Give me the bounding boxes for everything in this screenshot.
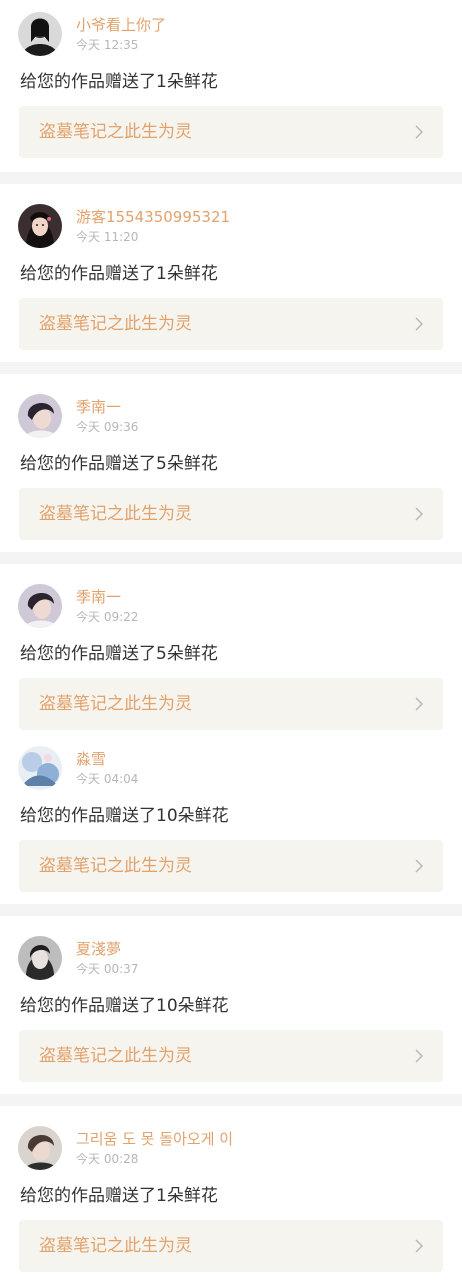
timestamp: 今天 00:28 [76, 1152, 139, 1166]
notification-item: 小爷看上你了 今天 12:35 给您的作品赠送了1朵鲜花 盗墓笔记之此生为灵 [0, 0, 462, 172]
user-avatar[interactable] [18, 584, 62, 628]
username[interactable]: 季南一 [76, 398, 121, 416]
chevron-right-icon [415, 697, 423, 711]
chevron-right-icon [415, 1239, 423, 1253]
user-avatar[interactable] [18, 394, 62, 438]
user-avatar-boy-icon [18, 394, 62, 438]
user-avatar[interactable] [18, 1126, 62, 1170]
username[interactable]: 淼雪 [76, 750, 106, 768]
username[interactable]: 游客1554350995321 [76, 208, 230, 226]
notification-item: 夏淺夢 今天 00:37 给您的作品赠送了10朵鲜花 盗墓笔记之此生为灵 [0, 916, 462, 1094]
work-title: 盗墓笔记之此生为灵 [39, 314, 192, 334]
work-link-card[interactable]: 盗墓笔记之此生为灵 [19, 106, 443, 158]
user-avatar[interactable] [18, 12, 62, 56]
username[interactable]: 그리움 도 못 돌아오게 이 [76, 1130, 233, 1148]
timestamp: 今天 00:37 [76, 962, 139, 976]
work-title: 盗墓笔记之此生为灵 [39, 504, 192, 524]
user-avatar-illustration-icon [18, 746, 62, 790]
work-title: 盗墓笔记之此生为灵 [39, 694, 192, 714]
chevron-right-icon [415, 1049, 423, 1063]
user-avatar-boy-icon [18, 1126, 62, 1170]
chevron-right-icon [415, 317, 423, 331]
user-avatar[interactable] [18, 204, 62, 248]
work-title: 盗墓笔记之此生为灵 [39, 856, 192, 876]
notification-item: 그리움 도 못 돌아오게 이 今天 00:28 给您的作品赠送了1朵鲜花 盗墓笔… [0, 1106, 462, 1280]
notification-item: 季南一 今天 09:36 给您的作品赠送了5朵鲜花 盗墓笔记之此生为灵 [0, 374, 462, 552]
gift-message: 给您的作品赠送了1朵鲜花 [20, 72, 218, 92]
chevron-right-icon [415, 125, 423, 139]
gift-message: 给您的作品赠送了10朵鲜花 [20, 806, 229, 826]
user-avatar[interactable] [18, 746, 62, 790]
work-link-card[interactable]: 盗墓笔记之此生为灵 [19, 678, 443, 730]
user-avatar[interactable] [18, 936, 62, 980]
timestamp: 今天 12:35 [76, 38, 139, 52]
notification-item: 淼雪 今天 04:04 给您的作品赠送了10朵鲜花 盗墓笔记之此生为灵 [0, 734, 462, 904]
work-link-card[interactable]: 盗墓笔记之此生为灵 [19, 1220, 443, 1272]
work-title: 盗墓笔记之此生为灵 [39, 1046, 192, 1066]
gift-message: 给您的作品赠送了1朵鲜花 [20, 264, 218, 284]
timestamp: 今天 11:20 [76, 230, 139, 244]
separator [0, 172, 462, 184]
chevron-right-icon [415, 507, 423, 521]
notification-item: 季南一 今天 09:22 给您的作品赠送了5朵鲜花 盗墓笔记之此生为灵 [0, 564, 462, 734]
separator [0, 552, 462, 564]
chevron-right-icon [415, 859, 423, 873]
user-avatar-girl-icon [18, 936, 62, 980]
separator [0, 362, 462, 374]
timestamp: 今天 09:22 [76, 610, 139, 624]
gift-message: 给您的作品赠送了5朵鲜花 [20, 644, 218, 664]
gift-message: 给您的作品赠送了5朵鲜花 [20, 454, 218, 474]
work-link-card[interactable]: 盗墓笔记之此生为灵 [19, 840, 443, 892]
work-link-card[interactable]: 盗墓笔记之此生为灵 [19, 488, 443, 540]
timestamp: 今天 04:04 [76, 772, 139, 786]
work-title: 盗墓笔记之此生为灵 [39, 122, 192, 142]
user-avatar-boy-icon [18, 584, 62, 628]
work-link-card[interactable]: 盗墓笔记之此生为灵 [19, 1030, 443, 1082]
gift-message: 给您的作品赠送了1朵鲜花 [20, 1186, 218, 1206]
separator [0, 904, 462, 916]
work-link-card[interactable]: 盗墓笔记之此生为灵 [19, 298, 443, 350]
timestamp: 今天 09:36 [76, 420, 139, 434]
separator [0, 1094, 462, 1106]
username[interactable]: 小爷看上你了 [76, 16, 166, 34]
user-avatar-dark-icon [18, 12, 62, 56]
work-title: 盗墓笔记之此生为灵 [39, 1236, 192, 1256]
user-avatar-girl-icon [18, 204, 62, 248]
gift-message: 给您的作品赠送了10朵鲜花 [20, 996, 229, 1016]
username[interactable]: 夏淺夢 [76, 940, 121, 958]
username[interactable]: 季南一 [76, 588, 121, 606]
notification-item: 游客1554350995321 今天 11:20 给您的作品赠送了1朵鲜花 盗墓… [0, 184, 462, 362]
